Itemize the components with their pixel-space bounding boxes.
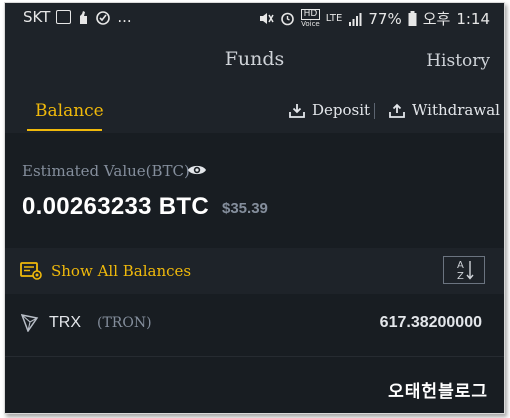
show-all-balances-row[interactable]: Show All Balances A Z (5, 248, 504, 294)
hand-notification-icon (80, 10, 88, 24)
sort-button[interactable]: A Z (443, 256, 485, 284)
check-notification-icon (96, 10, 111, 25)
time-ampm: 오후 (422, 10, 451, 28)
voice-label: Voice (301, 19, 320, 28)
tab-divider (374, 103, 375, 119)
alarm-icon (281, 12, 294, 26)
download-icon (289, 103, 305, 118)
asset-name: (TRON) (97, 315, 152, 331)
hd-label: HD (301, 8, 320, 20)
watermark: 오태헌블로그 (388, 382, 488, 402)
battery-icon (408, 11, 417, 26)
eye-icon[interactable] (187, 163, 207, 177)
estimated-value-panel: Estimated Value(BTC) 0.00263233 BTC $35.… (5, 133, 504, 248)
carrier-label: SKT (23, 8, 51, 26)
deposit-label: Deposit (312, 101, 371, 119)
upload-icon (389, 103, 405, 118)
tab-balance[interactable]: Balance (35, 101, 104, 121)
status-bar: SKT ... HD Voice LTE 77% 오후 1:14 (5, 3, 504, 33)
app-screen: SKT ... HD Voice LTE 77% 오후 1:14 Funds H… (4, 2, 505, 414)
asset-amount: 617.38200000 (379, 314, 482, 331)
deposit-button[interactable]: Deposit (289, 101, 370, 119)
list-item[interactable]: TRX (TRON) 617.38200000 (5, 294, 504, 357)
status-left: SKT ... (23, 8, 132, 26)
balances-icon (20, 262, 42, 280)
battery-percent: 77% (368, 9, 402, 28)
mute-icon (260, 13, 274, 24)
time-clock: 1:14 (456, 9, 490, 28)
active-tab-indicator (27, 129, 102, 131)
hd-voice-indicator: HD Voice (301, 8, 320, 29)
tron-icon (21, 314, 39, 332)
withdrawal-button[interactable]: Withdrawal (389, 101, 500, 119)
btc-value: 0.00263233 BTC (22, 193, 209, 220)
a-z-sort-icon: A Z (457, 260, 474, 282)
show-all-balances-label: Show All Balances (51, 262, 192, 280)
estimated-value-label: Estimated Value(BTC) (22, 162, 190, 180)
history-link[interactable]: History (426, 51, 490, 71)
signal-icon (349, 12, 362, 26)
header: Funds History Balance Deposit Withdrawal (5, 33, 504, 133)
usd-value: $35.39 (222, 200, 268, 217)
svg-text:Z: Z (457, 271, 464, 282)
network-type: LTE (325, 13, 343, 24)
svg-text:A: A (457, 260, 464, 271)
asset-symbol: TRX (49, 314, 81, 331)
withdrawal-label: Withdrawal (412, 101, 500, 119)
asset-list: TRX (TRON) 617.38200000 오태헌블로그 (5, 294, 504, 413)
more-notifications: ... (117, 8, 132, 26)
status-right: HD Voice LTE 77% 오후 1:14 (258, 8, 490, 29)
gallery-notification-icon (56, 10, 72, 24)
